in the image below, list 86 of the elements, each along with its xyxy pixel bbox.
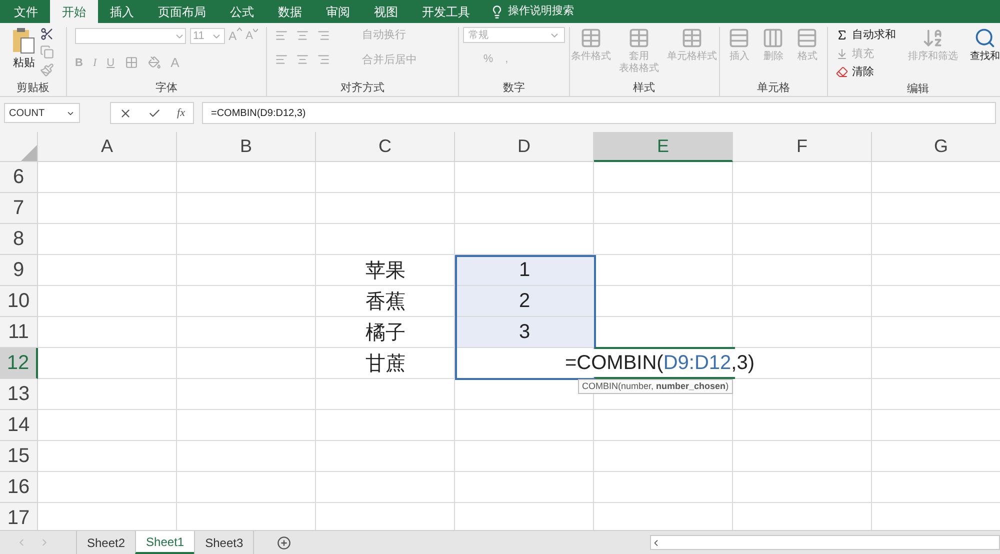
ribbon-tab[interactable]: 开始 (50, 0, 98, 23)
function-tooltip: COMBIN(number, number_chosen) (578, 379, 733, 394)
group-title: 字体 (156, 80, 178, 96)
search-icon (974, 27, 996, 49)
row-header[interactable]: 9 (0, 255, 38, 286)
table-style-icon (681, 27, 704, 49)
column-header[interactable]: C (316, 132, 455, 162)
table-cell-text: 橘子 (364, 320, 406, 346)
fill-color-icon[interactable] (148, 56, 161, 70)
group-title: 单元格 (756, 80, 790, 96)
column-header[interactable]: E (594, 132, 733, 162)
row-header[interactable]: 17 (0, 503, 38, 530)
column-header[interactable]: A (38, 132, 177, 162)
cut-icon[interactable] (40, 27, 54, 41)
row-header[interactable]: 8 (0, 224, 38, 255)
column-header[interactable]: F (733, 132, 872, 162)
clipboard-icon (12, 27, 36, 55)
column-header[interactable]: D (455, 132, 594, 162)
paste-button[interactable]: 粘贴 (12, 27, 36, 80)
tell-me-search[interactable]: 操作说明搜索 (508, 3, 574, 20)
align-center-icon[interactable] (296, 53, 310, 66)
align-bottom-icon[interactable] (317, 28, 330, 42)
ribbon-tab[interactable]: 页面布局 (146, 0, 218, 23)
cell-editor[interactable]: =COMBIN(D9:D12,3) (563, 349, 756, 377)
ribbon-tab[interactable]: 插入 (98, 0, 146, 23)
columns-icon (762, 27, 784, 49)
enter-icon[interactable] (148, 106, 162, 120)
cancel-icon[interactable] (119, 106, 132, 120)
align-top-icon[interactable] (275, 28, 288, 42)
ribbon-tab[interactable]: 数据 (266, 0, 314, 23)
rows-icon (796, 27, 818, 49)
corner-triangle-icon (21, 145, 37, 161)
group-title: 编辑 (907, 82, 929, 96)
font-name-field[interactable] (75, 28, 186, 44)
align-left-icon[interactable] (275, 53, 288, 66)
ribbon-tab[interactable]: 审阅 (314, 0, 362, 23)
eraser-icon (836, 66, 848, 78)
ribbon-button[interactable]: 清除 (836, 64, 896, 80)
name-box[interactable]: COUNT (4, 103, 80, 123)
lightbulb-icon (490, 4, 504, 18)
row-header[interactable]: 15 (0, 441, 38, 472)
table-cell: 3 (455, 317, 594, 348)
sort-icon (922, 27, 944, 49)
group-title: 对齐方式 (340, 80, 385, 96)
ribbon-tab[interactable]: 视图 (362, 0, 410, 23)
table-cell-text: 甘蔗 (364, 352, 406, 376)
add-sheet-icon[interactable] (277, 536, 292, 550)
row-header[interactable]: 7 (0, 193, 38, 224)
column-header[interactable]: G (872, 132, 1000, 162)
row-header[interactable]: 13 (0, 379, 38, 410)
format-painter-icon[interactable] (40, 63, 54, 77)
caret-up-icon (236, 27, 242, 31)
row-header[interactable]: 10 (0, 286, 38, 317)
ribbon-button[interactable]: 自动求和 (836, 27, 896, 44)
caret-down-icon (253, 28, 258, 32)
group-title: 数字 (503, 80, 526, 96)
table-cell-text: 香蕉 (364, 290, 406, 314)
formula-input[interactable]: =COMBIN(D9:D12,3) (202, 102, 996, 124)
row-header[interactable]: 11 (0, 317, 38, 348)
group-title: 样式 (633, 80, 656, 96)
sheet-tab[interactable]: Sheet1 (135, 531, 194, 554)
row-header[interactable]: 12 (0, 348, 38, 379)
ribbon-tab[interactable]: 开发工具 (410, 0, 482, 23)
ribbon-tab[interactable]: 公式 (218, 0, 266, 23)
row-header[interactable]: 6 (0, 162, 38, 193)
table-cell: 2 (455, 286, 594, 317)
ribbon-tab[interactable]: 文件 (2, 0, 50, 23)
table-style-icon (628, 27, 650, 49)
column-header[interactable]: B (177, 132, 316, 162)
table-style-icon (580, 27, 602, 49)
row-header[interactable]: 14 (0, 410, 38, 441)
table-cell: 1 (455, 255, 594, 286)
sigma-icon (836, 29, 848, 42)
horizontal-scrollbar[interactable] (650, 535, 1000, 550)
find-button[interactable]: 查找和 (970, 27, 1000, 80)
group-title: 剪贴板 (16, 80, 50, 96)
select-all-corner[interactable] (0, 132, 38, 162)
sheet-tab[interactable]: Sheet3 (194, 531, 254, 554)
row-header[interactable]: 16 (0, 472, 38, 503)
insert-function-button[interactable]: fx (177, 104, 185, 122)
fill-down-icon (836, 48, 848, 60)
align-middle-icon[interactable] (296, 28, 310, 42)
rows-icon (728, 27, 750, 49)
borders-icon[interactable] (124, 56, 138, 70)
align-right-icon[interactable] (317, 53, 330, 66)
table-cell-text: 苹果 (364, 258, 406, 284)
